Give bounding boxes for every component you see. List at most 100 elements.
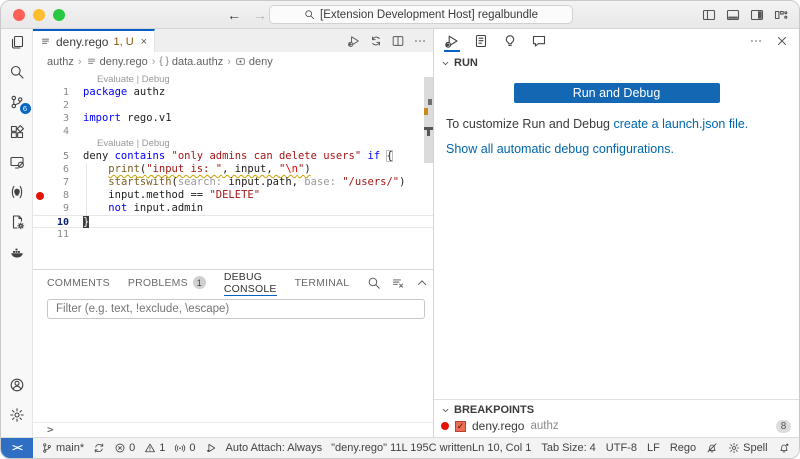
status-item-text-left-7[interactable]: "deny.rego" 11L 195C written	[331, 442, 472, 454]
glyph-margin[interactable]	[33, 228, 46, 241]
panel-tab-terminal[interactable]: TERMINAL	[295, 270, 350, 296]
vscode-window: ← → [Extension Development Host] regalbu…	[0, 0, 800, 459]
clear-console-icon[interactable]	[391, 276, 405, 290]
layout-customize-icon[interactable]	[773, 7, 789, 23]
glyph-margin[interactable]	[33, 125, 46, 138]
glyph-margin[interactable]	[33, 202, 46, 215]
codelens-evaluate-debug[interactable]: Evaluate | Debug	[97, 138, 170, 150]
glyph-margin[interactable]	[33, 176, 46, 189]
side-panel-view-comments[interactable]	[531, 30, 547, 52]
zoom-window-button[interactable]	[53, 9, 65, 21]
code-line-8[interactable]: input.method == "DELETE"	[69, 189, 433, 202]
code-line-10[interactable]: }	[69, 216, 433, 227]
activity-item-remote-explorer[interactable]	[3, 154, 31, 170]
activity-item-accounts[interactable]	[3, 377, 31, 393]
minimize-window-button[interactable]	[33, 9, 45, 21]
status-item-ports[interactable]: 0	[174, 442, 195, 454]
breadcrumb-item-data-authz[interactable]: { }data.authz	[159, 56, 223, 68]
code-line-6[interactable]: print("input is: ", input, "\n")	[69, 163, 433, 176]
ellipsis-icon[interactable]	[749, 34, 763, 48]
activity-item-rego-config[interactable]	[3, 214, 31, 230]
tab-deny-rego[interactable]: deny.rego 1, U ×	[33, 29, 155, 52]
activity-item-extensions[interactable]	[3, 124, 31, 140]
status-item-text-right-0[interactable]: Ln 10, Col 1	[472, 442, 531, 454]
split-editor-icon[interactable]	[391, 34, 405, 48]
code-line-11[interactable]	[69, 228, 433, 241]
create-launch-json-link[interactable]: create a launch.json file.	[613, 117, 748, 131]
codelens-evaluate-debug[interactable]: Evaluate | Debug	[97, 74, 170, 86]
status-item-warning[interactable]: 1	[144, 442, 165, 454]
status-item-text-right-3[interactable]: LF	[647, 442, 660, 454]
glyph-margin[interactable]	[33, 150, 46, 163]
debug-console-filter-input[interactable]	[47, 299, 425, 319]
side-panel-view-lightbulb[interactable]	[502, 30, 518, 52]
layout-sidebar-left-icon[interactable]	[701, 7, 717, 23]
status-item-gear[interactable]: Spell	[728, 442, 767, 454]
remote-indicator[interactable]: ><	[1, 438, 33, 458]
glyph-margin[interactable]	[33, 216, 46, 227]
forward-arrow-icon[interactable]: →	[253, 7, 267, 23]
breakpoint-glyph[interactable]	[33, 189, 46, 202]
close-window-button[interactable]	[13, 9, 25, 21]
command-center-search[interactable]: [Extension Development Host] regalbundle	[269, 5, 573, 24]
layout-sidebar-right-icon[interactable]	[749, 7, 765, 23]
line-number: 8	[46, 189, 69, 202]
side-panel-view-run-and-debug[interactable]	[444, 30, 460, 52]
code-line-1[interactable]: package authz	[69, 86, 433, 99]
status-item-bell-slash[interactable]	[706, 442, 718, 454]
breadcrumb-item-deny[interactable]: deny	[235, 56, 273, 68]
run-and-debug-button[interactable]: Run and Debug	[514, 83, 720, 103]
status-item-bell[interactable]	[778, 442, 790, 454]
show-debug-configurations-link[interactable]: Show all automatic debug configurations.	[434, 131, 799, 156]
breakpoints-section-header[interactable]: BREAKPOINTS	[434, 400, 799, 418]
close-icon[interactable]	[775, 34, 789, 48]
cycle-icon[interactable]	[369, 34, 383, 48]
panel-tab-problems[interactable]: PROBLEMS1	[128, 270, 206, 296]
breadcrumb-item-authz[interactable]: authz	[47, 56, 74, 68]
search-icon[interactable]	[367, 276, 381, 290]
status-item-debug-play[interactable]	[205, 442, 217, 454]
activity-item-settings[interactable]	[3, 407, 31, 423]
breadcrumb-label: deny	[249, 56, 273, 68]
code-line-3[interactable]: import rego.v1	[69, 112, 433, 125]
chevron-up-icon[interactable]	[415, 276, 429, 290]
glyph-margin[interactable]	[33, 86, 46, 99]
status-item-error[interactable]: 0	[114, 442, 135, 454]
status-item-text-right-2[interactable]: UTF-8	[606, 442, 637, 454]
status-item-branch[interactable]: main*	[41, 442, 84, 454]
layout-panel-icon[interactable]	[725, 7, 741, 23]
run-section-header[interactable]: RUN	[434, 53, 799, 71]
activity-item-source-control[interactable]: 6	[3, 94, 31, 110]
side-panel-view-notebook[interactable]	[473, 30, 489, 52]
breakpoint-checkbox[interactable]: ✓	[455, 421, 466, 432]
code-line-9[interactable]: not input.admin	[69, 202, 433, 215]
activity-item-docker[interactable]	[3, 244, 31, 260]
code-line-5[interactable]: deny contains "only admins can delete us…	[69, 150, 433, 163]
ellipsis-icon[interactable]	[413, 34, 427, 48]
status-item-sync[interactable]	[93, 442, 105, 454]
panel-tab-debug-console[interactable]: DEBUG CONSOLE	[224, 270, 277, 296]
close-tab-icon[interactable]: ×	[141, 36, 147, 48]
breakpoints-section: BREAKPOINTS ✓deny.regoauthz8	[434, 399, 799, 437]
glyph-margin[interactable]	[33, 163, 46, 176]
activity-item-search[interactable]	[3, 64, 31, 80]
panel-tab-comments[interactable]: COMMENTS	[47, 270, 110, 296]
back-arrow-icon[interactable]: ←	[227, 7, 241, 23]
debug-console-prompt[interactable]: >	[33, 422, 433, 437]
code-line-2[interactable]	[69, 99, 433, 112]
code-line-4[interactable]	[69, 125, 433, 138]
run-debug-icon[interactable]	[347, 34, 361, 48]
status-item-text-right-4[interactable]: Rego	[670, 442, 696, 454]
breakpoint-row[interactable]: ✓deny.regoauthz8	[434, 418, 799, 434]
code-line-7[interactable]: startswith(search: input.path, base: "/u…	[69, 176, 433, 189]
code-editor[interactable]: Evaluate | Debug1package authz23import r…	[33, 71, 433, 269]
activity-item-explorer[interactable]	[3, 34, 31, 50]
glyph-margin[interactable]	[33, 112, 46, 125]
glyph-margin[interactable]	[33, 99, 46, 112]
status-item-text-left-6[interactable]: Auto Attach: Always	[226, 442, 323, 454]
editor-group: deny.rego 1, U × authz›deny.rego›{ }data…	[33, 29, 433, 269]
activity-item-opa[interactable]	[3, 184, 31, 200]
status-item-label: 0	[129, 442, 135, 454]
status-item-text-right-1[interactable]: Tab Size: 4	[541, 442, 595, 454]
breadcrumb-item-deny-rego[interactable]: deny.rego	[86, 56, 148, 68]
